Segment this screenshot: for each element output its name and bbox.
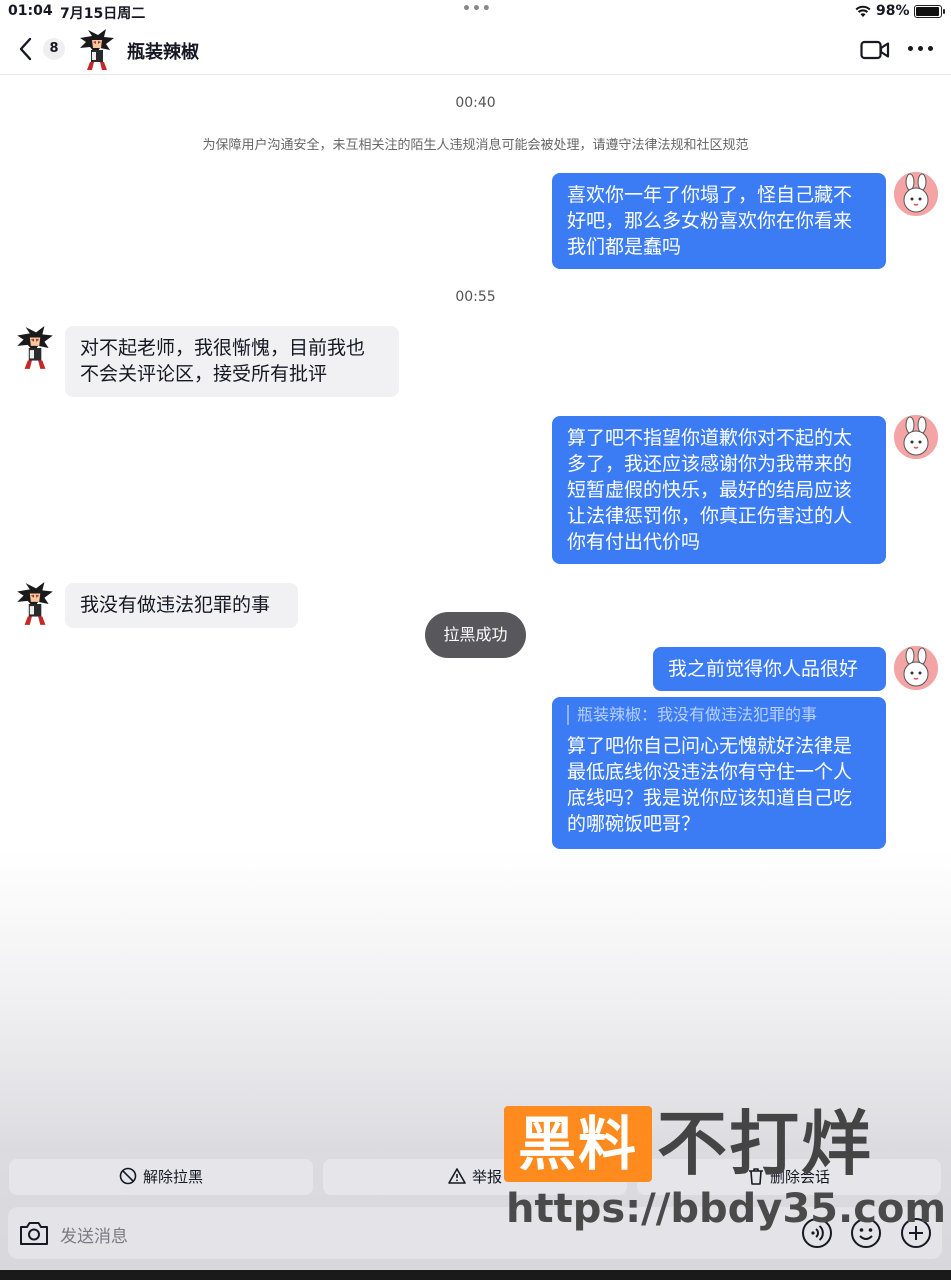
message-line: 短暂虚假的快乐，最好的结局应该 bbox=[567, 479, 853, 501]
avatar[interactable] bbox=[76, 28, 116, 72]
message-line: 好吧，那么多女粉喜欢你在你看来 bbox=[567, 210, 853, 232]
bottom-edge bbox=[0, 1270, 951, 1280]
chat-screen: 01:04 7月15日周二 ••• 98% 8 瓶装辣椒 00:40 为保障用户… bbox=[0, 0, 951, 1280]
watermark-logo: 黑料 bbox=[504, 1106, 652, 1182]
watermark-text: 不打烊 bbox=[657, 1103, 873, 1185]
message-line: 对不起老师，我很惭愧，目前我也 bbox=[80, 337, 366, 359]
message-line: 最低底线你没违法你有守住一个人 bbox=[567, 761, 853, 783]
status-date: 7月15日周二 bbox=[60, 6, 146, 22]
warning-icon bbox=[448, 1168, 466, 1184]
status-bar: 01:04 7月15日周二 ••• 98% bbox=[0, 0, 951, 24]
message-bubble-received[interactable]: 我没有做违法犯罪的事 bbox=[65, 583, 298, 628]
timestamp: 00:55 bbox=[455, 289, 496, 305]
bunny-avatar-icon bbox=[894, 646, 938, 690]
timestamp: 00:40 bbox=[455, 95, 496, 111]
message-line: 算了吧你自己问心无愧就好法律是 bbox=[567, 735, 853, 757]
message-bubble-sent[interactable]: 喜欢你一年了你塌了，怪自己藏不 好吧，那么多女粉喜欢你在你看来 我们都是蠢吗 bbox=[552, 173, 886, 269]
message-line: 底线吗？我是说你应该知道自己吃 bbox=[567, 787, 853, 809]
message-line: 让法律惩罚你，你真正伤害过的人 bbox=[567, 505, 853, 527]
unblock-button[interactable]: 解除拉黑 bbox=[9, 1159, 313, 1195]
message-bubble-sent[interactable]: 算了吧不指望你道歉你对不起的太 多了，我还应该感谢你为我带来的 短暂虚假的快乐，… bbox=[552, 416, 886, 564]
message-bubble-sent[interactable]: 瓶装辣椒：我没有做违法犯罪的事 算了吧你自己问心无愧就好法律是 最低底线你没违法… bbox=[552, 697, 886, 849]
video-call-icon[interactable] bbox=[860, 39, 890, 61]
more-options-icon[interactable] bbox=[908, 46, 934, 54]
wifi-icon bbox=[855, 5, 871, 17]
message-line: 我们都是蠢吗 bbox=[567, 236, 682, 258]
message-line: 我之前觉得你人品很好 bbox=[668, 658, 859, 680]
camera-icon[interactable] bbox=[18, 1218, 50, 1248]
watermark-url: https://bbdy35.com bbox=[506, 1186, 947, 1232]
avatar[interactable] bbox=[12, 325, 56, 371]
safety-notice: 为保障用户沟通安全，未互相关注的陌生人违规消息可能会被处理，请遵守法律法规和社区… bbox=[202, 138, 749, 153]
chat-header: 8 瓶装辣椒 bbox=[0, 24, 951, 75]
block-icon bbox=[119, 1167, 137, 1185]
quoted-message[interactable]: 瓶装辣椒：我没有做违法犯罪的事 bbox=[567, 705, 872, 725]
avatar[interactable] bbox=[12, 581, 56, 627]
avatar[interactable] bbox=[894, 646, 938, 690]
avatar[interactable] bbox=[894, 172, 938, 216]
back-arrow-icon[interactable] bbox=[16, 36, 36, 62]
message-line: 你有付出代价吗 bbox=[567, 531, 701, 553]
message-line: 不会关评论区，接受所有批评 bbox=[80, 363, 328, 385]
bunny-avatar-icon bbox=[894, 172, 938, 216]
message-line: 算了吧不指望你道歉你对不起的太 bbox=[567, 427, 853, 449]
battery-icon bbox=[914, 5, 945, 18]
unread-count-badge: 8 bbox=[43, 38, 65, 60]
message-line: 喜欢你一年了你塌了，怪自己藏不 bbox=[567, 184, 853, 206]
message-line: 我没有做违法犯罪的事 bbox=[80, 594, 271, 616]
multitask-dots-icon[interactable]: ••• bbox=[462, 1, 492, 17]
report-label: 举报 bbox=[471, 1168, 502, 1186]
bunny-avatar-icon bbox=[894, 415, 938, 459]
status-time: 01:04 bbox=[8, 3, 53, 19]
message-bubble-sent[interactable]: 我之前觉得你人品很好 bbox=[653, 647, 886, 691]
avatar[interactable] bbox=[894, 415, 938, 459]
message-input[interactable]: 发送消息 bbox=[60, 1222, 128, 1247]
message-line: 的哪碗饭吧哥？ bbox=[567, 813, 701, 835]
message-line: 多了，我还应该感谢你为我带来的 bbox=[567, 453, 853, 475]
message-bubble-received[interactable]: 对不起老师，我很惭愧，目前我也 不会关评论区，接受所有批评 bbox=[65, 326, 399, 397]
page-title: 瓶装辣椒 bbox=[127, 42, 199, 63]
toast-blocked: 拉黑成功 bbox=[425, 612, 526, 658]
battery-percent: 98% bbox=[876, 3, 910, 19]
unblock-label: 解除拉黑 bbox=[142, 1168, 203, 1186]
